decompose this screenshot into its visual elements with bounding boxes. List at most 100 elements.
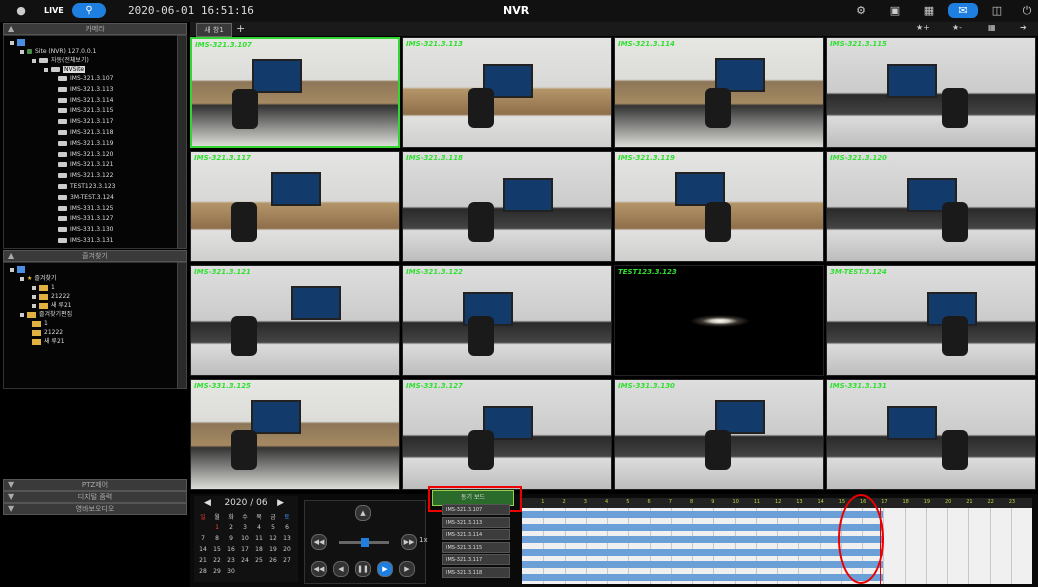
camera-node[interactable]: IMS-321.3.107 bbox=[58, 74, 113, 83]
playback-icon[interactable]: ✉ bbox=[948, 3, 978, 18]
play-icon[interactable]: ▶ bbox=[377, 561, 393, 577]
fav-item[interactable]: 새 루21 bbox=[32, 337, 65, 346]
camera-view[interactable]: IMS-321.3.115 bbox=[826, 37, 1036, 148]
calendar-day[interactable]: 16 bbox=[224, 546, 238, 553]
calendar-day[interactable]: 25 bbox=[252, 557, 266, 564]
calendar-day[interactable]: 27 bbox=[280, 557, 294, 564]
recording-band[interactable] bbox=[522, 561, 884, 569]
calendar-day[interactable]: 23 bbox=[224, 557, 238, 564]
star-remove-icon[interactable]: ★- bbox=[952, 23, 962, 32]
fast-forward-icon[interactable]: ▶ bbox=[399, 561, 415, 577]
camera-view[interactable]: IMS-321.3.114 bbox=[614, 37, 824, 148]
fav-item[interactable]: 21222 bbox=[32, 328, 63, 337]
calendar-day[interactable]: 7 bbox=[196, 535, 210, 542]
rewind-icon[interactable]: ◀◀ bbox=[311, 561, 327, 577]
calendar-day[interactable]: 26 bbox=[266, 557, 280, 564]
camera-view[interactable]: IMS-321.3.117 bbox=[190, 151, 400, 262]
timeline[interactable]: 1 2 3 4 5 6 7 8 9 10 11 12 13 14 15 16 17 18 19 20 21 22 23 bbox=[522, 498, 1032, 584]
fav-item[interactable]: 1 bbox=[32, 319, 48, 328]
calendar-day[interactable]: 13 bbox=[280, 535, 294, 542]
tree-root[interactable] bbox=[10, 38, 28, 47]
calendar-day[interactable]: 21 bbox=[196, 557, 210, 564]
tree-subgroup[interactable]: NVSite bbox=[44, 65, 86, 74]
camera-view[interactable]: IMS-321.3.122 bbox=[402, 265, 612, 376]
calendar-day[interactable]: 3 bbox=[238, 524, 252, 531]
timeline-camera-row[interactable]: IMS-321.3.107 bbox=[442, 504, 510, 515]
calendar-day[interactable]: 2 bbox=[224, 524, 238, 531]
calendar-day[interactable]: 17 bbox=[238, 546, 252, 553]
calendar-day[interactable]: 20 bbox=[280, 546, 294, 553]
fav-item[interactable]: 1 bbox=[32, 283, 55, 292]
prev-frame-icon[interactable]: ◀ bbox=[333, 561, 349, 577]
monitor-icon[interactable]: ◫ bbox=[986, 3, 1008, 18]
camera-node[interactable]: IMS-331.3.127 bbox=[58, 214, 113, 223]
camera-node[interactable]: TEST123.3.123 bbox=[58, 182, 115, 191]
fav-item[interactable]: 21222 bbox=[32, 292, 70, 301]
camera-node[interactable]: IMS-331.3.125 bbox=[58, 204, 113, 213]
recording-band[interactable] bbox=[522, 548, 884, 556]
calendar-day[interactable]: 6 bbox=[280, 524, 294, 531]
camera-view[interactable]: IMS-321.3.119 bbox=[614, 151, 824, 262]
camera-icon[interactable]: ▣ bbox=[884, 3, 906, 18]
camera-node[interactable]: IMS-321.3.122 bbox=[58, 171, 113, 180]
camera-view[interactable]: IMS-321.3.107 bbox=[190, 37, 400, 148]
camera-node[interactable]: IMS-321.3.119 bbox=[58, 139, 113, 148]
tree-group[interactable]: 자동(전체보기) bbox=[32, 56, 89, 65]
calendar-day[interactable]: 12 bbox=[266, 535, 280, 542]
camera-node[interactable]: IMS-331.3.131 bbox=[58, 236, 113, 245]
calendar-day[interactable]: 11 bbox=[252, 535, 266, 542]
calendar-day[interactable]: 29 bbox=[210, 568, 224, 575]
calendar-day[interactable]: 18 bbox=[252, 546, 266, 553]
camera-node[interactable]: IMS-321.3.118 bbox=[58, 128, 113, 137]
timeline-camera-row[interactable]: IMS-321.3.114 bbox=[442, 529, 510, 541]
camera-view[interactable]: IMS-321.3.121 bbox=[190, 265, 400, 376]
plus-icon[interactable]: + bbox=[236, 22, 245, 35]
settings-icon[interactable]: ⚙ bbox=[850, 3, 872, 18]
camera-node[interactable]: IMS-321.3.117 bbox=[58, 117, 113, 126]
chevron-right-icon[interactable]: ▶ bbox=[277, 498, 284, 508]
calendar-day[interactable]: 19 bbox=[266, 546, 280, 553]
calendar-day[interactable]: 10 bbox=[238, 535, 252, 542]
tree-site[interactable]: Site (NVR) 127.0.0.1 bbox=[20, 47, 96, 56]
view-tab[interactable]: 새 창1 bbox=[196, 23, 232, 37]
camera-node[interactable]: IMS-321.3.121 bbox=[58, 160, 113, 169]
calendar-day[interactable]: 9 bbox=[224, 535, 238, 542]
timeline-camera-row[interactable]: IMS-321.3.118 bbox=[442, 567, 510, 578]
digital-zoom-panel-header[interactable]: ▼ 디지털 줌력 bbox=[3, 491, 187, 503]
camera-node[interactable]: IMS-321.3.115 bbox=[58, 106, 113, 115]
live-button[interactable]: LIVE bbox=[44, 4, 68, 18]
camera-view[interactable]: IMS-331.3.125 bbox=[190, 379, 400, 490]
power-icon[interactable]: ⏻ bbox=[1016, 3, 1038, 18]
timeline-camera-row[interactable]: IMS-321.3.115 bbox=[442, 541, 510, 553]
favorites-panel-header[interactable]: ▲ 즐겨찾기 bbox=[3, 250, 187, 262]
audio-panel-header[interactable]: ▼ 영바보오디오 bbox=[3, 503, 187, 515]
camera-view[interactable]: IMS-331.3.127 bbox=[402, 379, 612, 490]
speed-slider[interactable] bbox=[339, 538, 389, 547]
device-tree-scrollbar[interactable] bbox=[177, 35, 187, 249]
calendar-day[interactable]: 15 bbox=[210, 546, 224, 553]
speed-slider-handle[interactable] bbox=[361, 538, 369, 547]
fav-group1[interactable]: ★ 즐겨찾기 bbox=[20, 274, 56, 283]
recording-band[interactable] bbox=[522, 511, 884, 518]
calendar-day[interactable]: 14 bbox=[196, 546, 210, 553]
camera-node[interactable]: 3M-TEST.3.124 bbox=[58, 193, 114, 202]
calendar-day[interactable]: 28 bbox=[196, 568, 210, 575]
timeline-camera-row[interactable]: IMS-321.3.113 bbox=[442, 516, 510, 528]
layout-icon[interactable]: ▦ bbox=[988, 23, 996, 32]
fav-group2[interactable]: 즐겨찾기편집 bbox=[20, 310, 72, 319]
recording-band[interactable] bbox=[522, 523, 884, 531]
chevron-left-icon[interactable]: ◀ bbox=[204, 498, 211, 508]
recording-band[interactable] bbox=[522, 574, 884, 581]
calendar-day[interactable]: 5 bbox=[266, 524, 280, 531]
camera-node[interactable]: IMS-321.3.114 bbox=[58, 96, 113, 105]
fav-item[interactable]: 새 루21 bbox=[32, 301, 72, 310]
fav-root[interactable] bbox=[10, 265, 28, 274]
camera-view[interactable]: IMS-321.3.113 bbox=[402, 37, 612, 148]
calendar-day[interactable]: 22 bbox=[210, 557, 224, 564]
recording-band[interactable] bbox=[522, 536, 884, 544]
camera-node[interactable]: IMS-321.3.120 bbox=[58, 150, 113, 159]
user-icon[interactable]: ● bbox=[14, 4, 28, 18]
camera-view[interactable]: IMS-331.3.130 bbox=[614, 379, 824, 490]
calendar-day[interactable]: 4 bbox=[252, 524, 266, 531]
grid-icon[interactable]: ▦ bbox=[918, 3, 940, 18]
